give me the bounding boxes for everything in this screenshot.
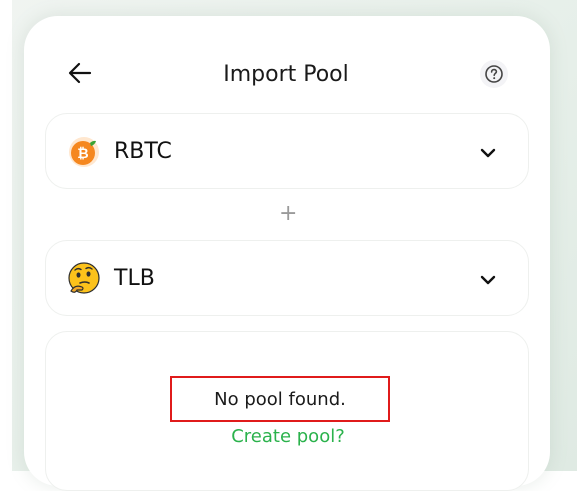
no-pool-message: No pool found. — [170, 376, 390, 422]
left-edge-strip — [0, 0, 12, 471]
plus-separator: + — [279, 201, 298, 226]
page-title: Import Pool — [223, 62, 349, 87]
create-pool-link[interactable]: Create pool? — [198, 424, 378, 450]
token-a-symbol: RBTC — [114, 139, 172, 164]
arrow-left-icon — [68, 62, 92, 84]
token-b-symbol: TLB — [114, 266, 155, 291]
token-b-selector[interactable]: TLB — [45, 240, 529, 316]
thinking-face-icon — [68, 262, 100, 294]
svg-text:₿: ₿ — [77, 146, 88, 162]
question-circle-icon — [485, 65, 503, 83]
chevron-down-icon — [480, 275, 496, 285]
token-a-selector[interactable]: ₿ RBTC — [45, 113, 529, 189]
back-button[interactable] — [66, 59, 94, 87]
chevron-down-icon — [480, 148, 496, 158]
rbtc-token-icon: ₿ — [69, 137, 99, 167]
help-button[interactable] — [480, 60, 508, 88]
